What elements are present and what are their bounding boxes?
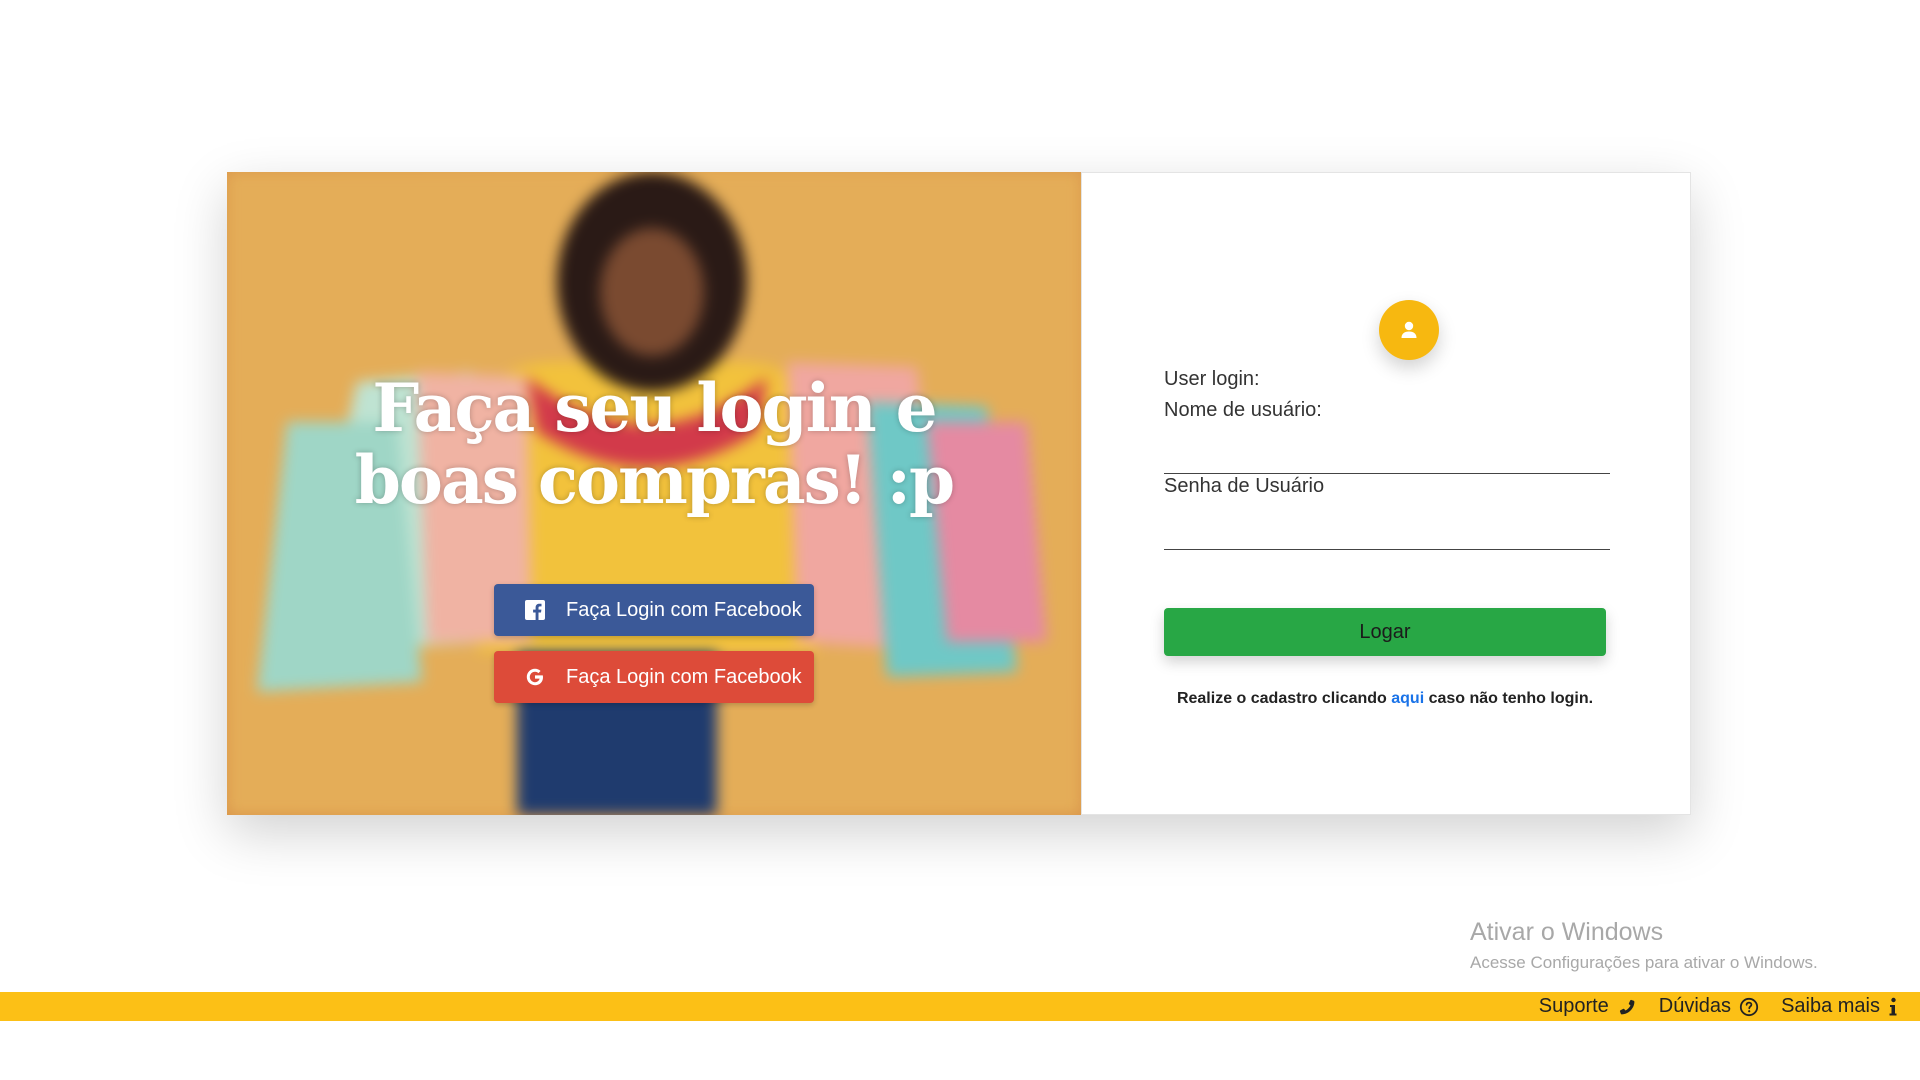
footer-doubts-link[interactable]: Dúvidas — [1659, 995, 1759, 1018]
facebook-login-label: Faça Login com Facebook — [566, 598, 802, 621]
username-input[interactable] — [1164, 441, 1610, 474]
footer-bar: Suporte Dúvidas Saiba mais — [0, 992, 1920, 1021]
activation-subtitle: Acesse Configurações para ativar o Windo… — [1470, 953, 1818, 972]
google-icon — [522, 664, 548, 690]
windows-activation-notice: Ativar o Windows Acesse Configurações pa… — [1470, 918, 1818, 973]
question-circle-icon — [1739, 997, 1759, 1017]
activation-title: Ativar o Windows — [1470, 918, 1664, 946]
register-prompt: Realize o cadastro clicando aqui caso nã… — [1164, 690, 1606, 708]
phone-icon — [1617, 997, 1637, 1017]
login-submit-button[interactable]: Logar — [1164, 608, 1606, 656]
register-link[interactable]: aqui — [1391, 690, 1424, 707]
footer-support-label: Suporte — [1538, 995, 1609, 1017]
footer-support-link[interactable]: Suporte — [1539, 995, 1637, 1018]
google-login-button[interactable]: Faça Login com Facebook — [494, 651, 814, 703]
footer-more-link[interactable]: Saiba mais — [1781, 995, 1898, 1018]
facebook-icon — [522, 597, 548, 623]
user-icon — [1401, 321, 1417, 338]
google-login-label: Faça Login com Facebook — [566, 665, 802, 688]
register-suffix: caso não tenho login. — [1424, 690, 1594, 707]
password-input[interactable] — [1164, 517, 1610, 550]
facebook-login-button[interactable]: Faça Login com Facebook — [494, 584, 814, 636]
login-form-panel: User login: Nome de usuário: Senha de Us… — [1081, 172, 1691, 815]
footer-more-label: Saiba mais — [1781, 995, 1880, 1017]
login-card: Faça seu login e boas compras! :p Faça L… — [227, 172, 1691, 815]
footer-doubts-label: Dúvidas — [1658, 995, 1732, 1017]
info-icon — [1888, 997, 1898, 1017]
username-label: Nome de usuário: — [1164, 399, 1322, 421]
user-login-label: User login: — [1164, 368, 1260, 390]
hero-title: Faça seu login e boas compras! :p — [354, 369, 955, 519]
password-label: Senha de Usuário — [1164, 475, 1325, 497]
register-prefix: Realize o cadastro clicando — [1176, 690, 1392, 707]
user-avatar — [1379, 300, 1439, 360]
hero-panel: Faça seu login e boas compras! :p Faça L… — [227, 172, 1081, 815]
